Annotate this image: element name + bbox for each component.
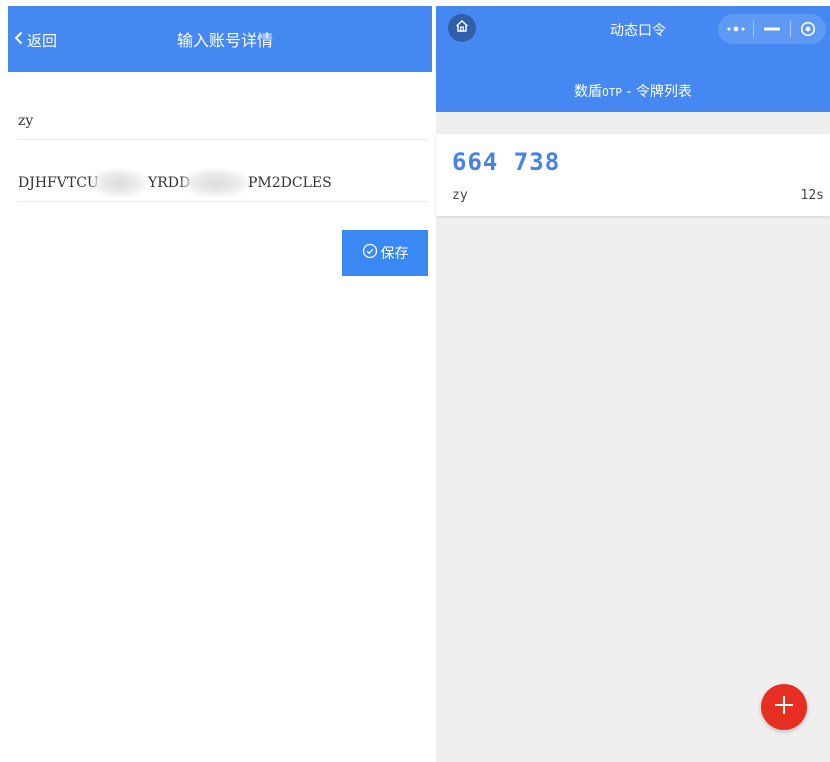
redaction-blur bbox=[90, 168, 148, 198]
minimize-icon bbox=[764, 27, 780, 31]
token-card[interactable]: 664 738 zy 12s bbox=[436, 134, 830, 216]
more-button[interactable] bbox=[718, 14, 753, 44]
subtitle-bar: 数盾OTP - 令牌列表 bbox=[436, 56, 830, 112]
minimize-button[interactable] bbox=[754, 14, 789, 44]
token-countdown: 12s bbox=[800, 188, 824, 203]
redaction-blur bbox=[180, 168, 252, 198]
more-icon bbox=[726, 25, 746, 33]
subtitle-part-2: OTP bbox=[602, 86, 622, 99]
plus-icon bbox=[773, 694, 795, 720]
check-circle-icon bbox=[362, 243, 381, 263]
close-button[interactable] bbox=[791, 14, 826, 44]
subtitle-part-1: 数盾 bbox=[574, 84, 603, 100]
account-name-input[interactable]: zy bbox=[18, 106, 428, 140]
add-token-button[interactable] bbox=[761, 684, 807, 730]
app-topbar: 动态口令 bbox=[436, 6, 830, 56]
header-bar: 返回 输入账号详情 bbox=[8, 6, 432, 72]
secret-key-part-1: DJHFVTCU bbox=[18, 175, 99, 191]
secret-key-part-3: PM2DCLES bbox=[248, 175, 332, 191]
page-title: 输入账号详情 bbox=[176, 31, 273, 50]
account-detail-screen: 返回 输入账号详情 zy DJHFVTCU YRDD PM2DCLES 保存 bbox=[8, 6, 432, 756]
secret-key-input[interactable]: DJHFVTCU YRDD PM2DCLES bbox=[18, 168, 428, 202]
save-button[interactable]: 保存 bbox=[342, 230, 428, 276]
token-list-screen: 动态口令 数盾OTP - 令牌列表 664 738 zy 12s bbox=[436, 6, 830, 762]
subtitle-part-3: - 令牌列表 bbox=[621, 84, 692, 100]
token-account-name: zy bbox=[452, 188, 468, 203]
window-capsule bbox=[718, 14, 826, 44]
account-name-value: zy bbox=[18, 113, 34, 129]
close-icon bbox=[800, 21, 816, 37]
token-code: 664 738 bbox=[452, 148, 561, 176]
page-subtitle: 数盾OTP - 令牌列表 bbox=[436, 81, 830, 101]
save-label: 保存 bbox=[380, 246, 409, 262]
